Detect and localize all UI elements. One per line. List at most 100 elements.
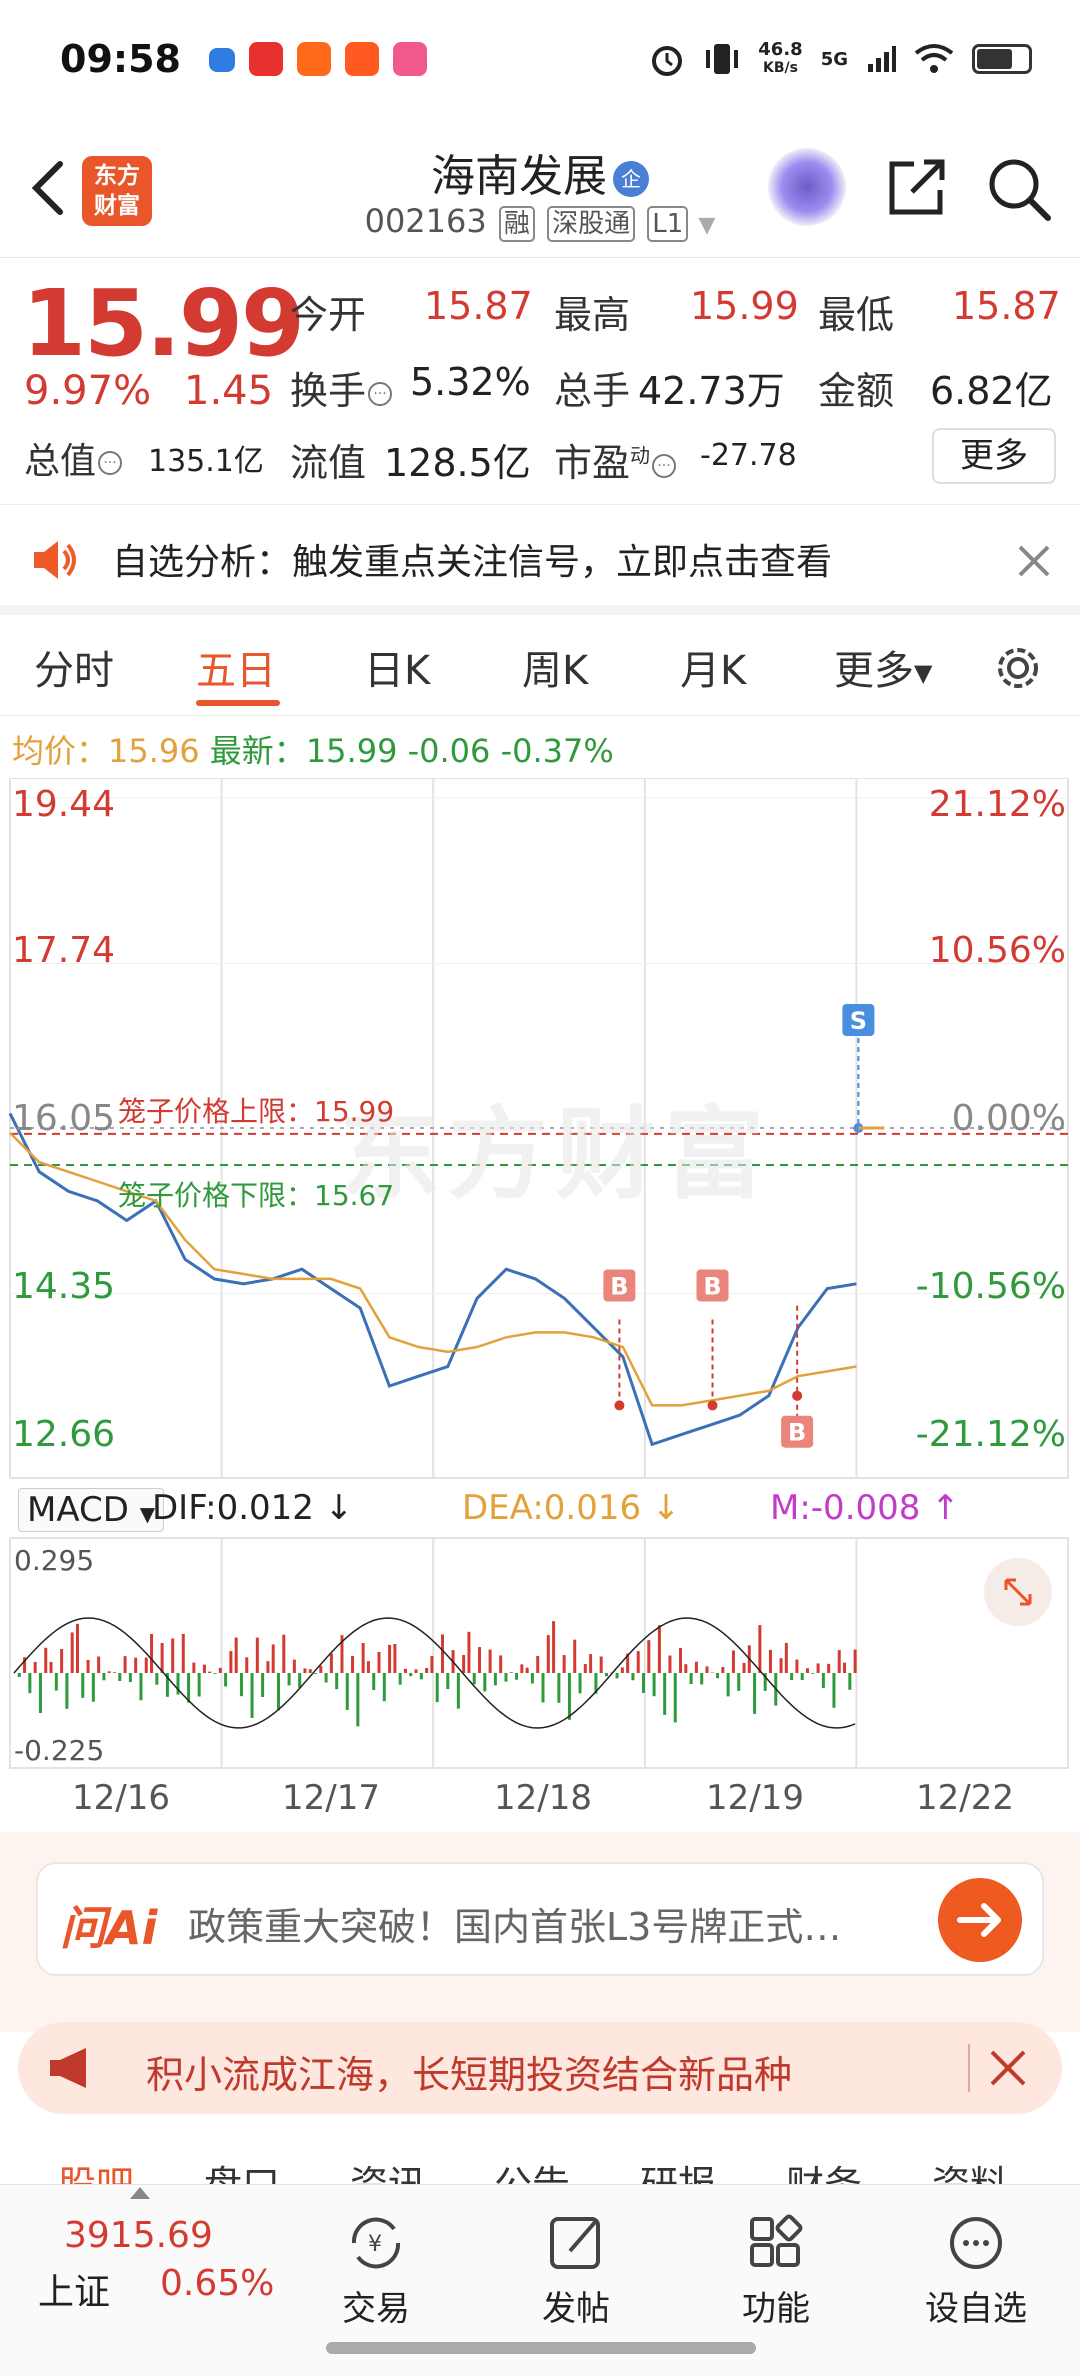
grid-icon: [750, 2214, 803, 2267]
high-label: 最高: [554, 293, 631, 337]
megaphone-icon: [50, 2048, 86, 2088]
close-icon[interactable]: [986, 2046, 1030, 2090]
open-value: 15.87: [424, 284, 533, 328]
home-indicator[interactable]: [326, 2342, 756, 2354]
avg-price: 15.96: [108, 732, 200, 770]
chevron-down-icon[interactable]: ▼: [698, 213, 715, 238]
content-tabs: 股吧 盘口 资讯 公告 研报 财务 资料: [0, 2138, 1080, 2184]
tag-margin: 融: [498, 206, 535, 242]
battery-icon: [972, 44, 1032, 74]
paper-plane-app-icon: [344, 42, 379, 76]
macd-frame: [9, 1537, 1069, 1769]
signal-icon: [868, 46, 896, 72]
info-icon[interactable]: ···: [98, 451, 123, 475]
buy-marker-dot: [792, 1390, 803, 1401]
alert-text: 自选分析：触发重点关注信号，立即点击查看: [112, 542, 833, 583]
index-value: 3915.69: [64, 2215, 213, 2256]
promo-divider: [968, 2044, 970, 2092]
gift-app-icon: [248, 42, 283, 76]
avg-price-line: 均价：15.96 最新：15.99 -0.06 -0.37%: [12, 732, 614, 770]
info-icon[interactable]: ···: [368, 381, 393, 406]
pe-label: 市盈动 ···: [554, 432, 677, 487]
tab-orderbook[interactable]: 盘口: [204, 2154, 280, 2184]
alarm-icon: [652, 46, 683, 76]
indicator-select[interactable]: MACD ▼: [18, 1488, 165, 1532]
date-tick: 12/22: [916, 1778, 1014, 1818]
amount-value: 6.82亿: [930, 369, 1053, 413]
caret-up-icon: [130, 2187, 150, 2199]
stock-header: 东方 财富 海南发展企 002163 融 深股通 L1 ▼: [0, 118, 1080, 258]
assistant-avatar[interactable]: [768, 148, 846, 226]
buy-marker-label: B: [788, 1419, 806, 1447]
system-icons: 46.8 KB/s 5G: [648, 40, 1032, 78]
turnover-value: 5.32%: [410, 360, 531, 404]
ai-question-bar[interactable]: 问Ai 政策重大突破！国内首张L3号牌正式…: [36, 1862, 1044, 1976]
edit-icon: [550, 2217, 600, 2269]
nav-post[interactable]: 发帖: [506, 2197, 646, 2347]
lofter-app-icon: [392, 42, 427, 76]
stock-code: 002163: [364, 202, 487, 240]
date-tick: 12/16: [72, 1778, 170, 1818]
expand-icon[interactable]: [984, 1558, 1052, 1626]
vibrate-icon: [706, 44, 739, 74]
share-icon[interactable]: [884, 154, 950, 220]
more-quote-button[interactable]: 更多: [932, 428, 1056, 484]
cage-upper-label: 笼子价格上限：15.99: [118, 1095, 395, 1128]
amount-label: 金额: [818, 369, 895, 413]
five-day-chart[interactable]: BBBS 东方财富 19.44 17.74 16.05 14.35 12.66 …: [0, 778, 1080, 1788]
status-bar: 09:58 46.8 KB/s 5G: [0, 0, 1080, 118]
tab-more[interactable]: 更多▼: [834, 638, 932, 696]
promo-banner[interactable]: 积小流成江海，长短期投资结合新品种: [18, 2022, 1062, 2114]
tab-weekly-k[interactable]: 周K: [522, 638, 588, 696]
notification-icons: [208, 42, 427, 76]
ai-logo: 问Ai: [60, 1901, 158, 1955]
tab-five-day[interactable]: 五日: [196, 638, 276, 696]
gear-icon[interactable]: [990, 640, 1046, 696]
status-time: 09:58: [60, 37, 181, 81]
close-icon[interactable]: [1014, 541, 1054, 581]
macd-m: M:-0.008 ↑: [770, 1488, 960, 1528]
buy-marker-dot: [707, 1400, 718, 1411]
ai-go-button[interactable]: [938, 1878, 1022, 1962]
tag-level: L1: [647, 206, 689, 242]
promo-text: 积小流成江海，长短期投资结合新品种: [146, 2053, 793, 2097]
tab-news[interactable]: 资讯: [350, 2154, 426, 2184]
float-value: 128.5亿: [384, 441, 531, 485]
signal-label: 5G: [820, 48, 848, 70]
index-name: 上证: [38, 2272, 111, 2313]
buy-marker-label: B: [610, 1272, 628, 1300]
macd-top-value: 0.295: [14, 1544, 95, 1577]
info-icon[interactable]: ···: [652, 453, 677, 478]
index-ticker[interactable]: 3915.69 上证 0.65%: [0, 2185, 290, 2345]
y-right-tick: 0.00%: [951, 1098, 1066, 1139]
chat-app-icon: [208, 48, 235, 72]
tag-connect: 深股通: [547, 206, 636, 242]
tab-daily-k[interactable]: 日K: [364, 638, 430, 696]
tab-forum[interactable]: 股吧: [58, 2154, 134, 2184]
index-change: 0.65%: [160, 2263, 275, 2304]
nav-functions[interactable]: 功能: [706, 2197, 846, 2347]
macd-legend: MACD ▼ DIF:0.012 ↓ DEA:0.016 ↓ M:-0.008 …: [10, 1484, 1070, 1534]
nav-add-watchlist[interactable]: 设自选: [906, 2197, 1046, 2347]
tab-financials[interactable]: 财务: [786, 2154, 862, 2184]
nav-trade[interactable]: ¥ 交易: [306, 2197, 446, 2347]
buy-marker-dot: [614, 1400, 625, 1411]
macd-dea: DEA:0.016 ↓: [462, 1488, 681, 1528]
wifi-icon: [914, 44, 954, 73]
tab-profile[interactable]: 资料: [932, 2154, 1008, 2184]
y-left-tick: 16.05: [12, 1098, 116, 1139]
turnover-label: 换手 ···: [290, 360, 393, 415]
latest-change: -0.06: [407, 732, 491, 770]
y-left-tick: 17.74: [12, 930, 116, 971]
latest-price: 15.99: [305, 732, 398, 770]
tab-monthly-k[interactable]: 月K: [680, 638, 746, 696]
net-speed: 46.8 KB/s: [758, 39, 803, 77]
search-icon[interactable]: [984, 154, 1054, 224]
change-amount: 1.45: [184, 368, 274, 414]
cage-lower-label: 笼子价格下限：15.67: [118, 1179, 395, 1212]
tab-announcements[interactable]: 公告: [494, 2154, 570, 2184]
ai-prompt-text: 政策重大突破！国内首张L3号牌正式…: [188, 1905, 842, 1949]
alert-bar[interactable]: 自选分析：触发重点关注信号，立即点击查看: [0, 505, 1080, 615]
tab-research[interactable]: 研报: [640, 2154, 716, 2184]
tab-intraday[interactable]: 分时: [34, 638, 114, 696]
